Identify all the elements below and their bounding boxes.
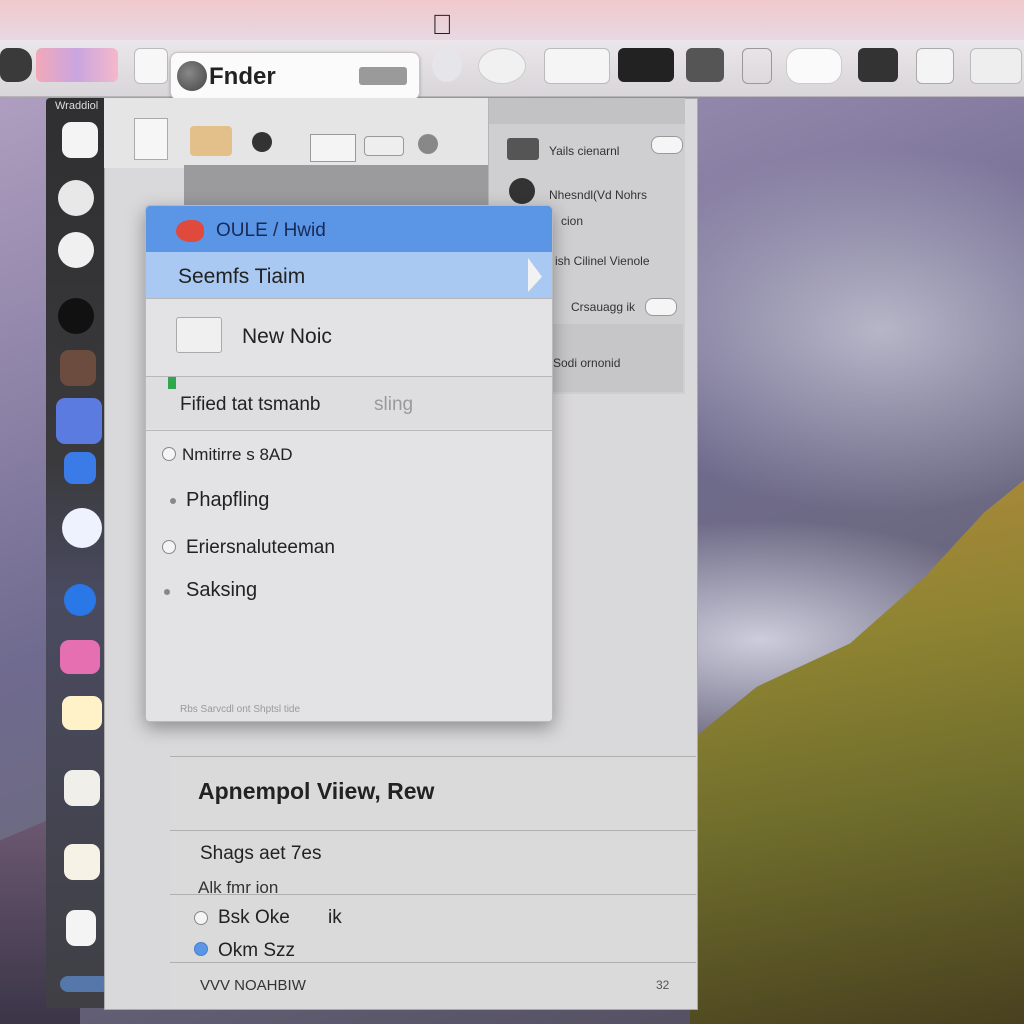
separator	[170, 894, 696, 895]
menu-footer-text: Rbs Sarvcdl ont Shptsl tide	[180, 704, 301, 715]
menu-option[interactable]: Phapfling	[146, 482, 552, 518]
dock-app-icon[interactable]	[64, 584, 96, 616]
chat-icon[interactable]	[432, 48, 462, 82]
menu-option-label: Phapfling	[186, 489, 270, 511]
menu-item-label: New Noic	[242, 325, 332, 348]
keyboard-icon[interactable]	[618, 48, 674, 82]
apple-icon[interactable]: 	[428, 10, 456, 40]
panel-toggle[interactable]	[651, 136, 683, 154]
finder-toolbar	[104, 98, 490, 168]
share-icon[interactable]	[970, 48, 1022, 84]
section-label: Shags aet 7es	[200, 843, 322, 864]
menu-item-highlighted[interactable]: Seemfs Tiaim	[146, 252, 552, 298]
edit-icon[interactable]	[134, 48, 168, 84]
folder-icon	[176, 317, 222, 353]
radio-label: Bsk Oke	[218, 907, 290, 928]
app-icon[interactable]	[0, 48, 32, 82]
menu-option[interactable]: Eriersnaluteeman	[146, 530, 552, 566]
panel-row-label: Yails cienarnl	[549, 144, 620, 158]
panel-footer-label: VVV NOAHBIW	[200, 977, 306, 994]
radio-button	[162, 447, 176, 461]
file-preview-strip	[184, 165, 490, 207]
view-icon[interactable]	[310, 134, 356, 162]
menu-item-label: Seemfs Tiaim	[178, 265, 306, 288]
avatar	[177, 61, 207, 91]
view-options-title: Apnempol Viiew, Rew	[198, 778, 435, 804]
colorful-app-icon[interactable]	[36, 48, 118, 82]
panel-footer-value: 32	[656, 978, 670, 992]
dock-app-icon[interactable]	[64, 844, 100, 880]
folder-icon	[507, 138, 539, 160]
menu-bar	[0, 0, 1024, 40]
menu-item-new[interactable]: New Noic	[146, 299, 552, 375]
dock-title: Wraddiol	[55, 100, 99, 112]
bell-icon[interactable]	[742, 48, 772, 84]
notes-icon[interactable]	[786, 48, 842, 84]
panel-row-label: ish Cilinel Vienole	[555, 254, 650, 268]
menu-item-header[interactable]: OULE / Hwid	[146, 206, 552, 252]
panel-row-label: cion	[561, 214, 584, 228]
shortcut-chip	[359, 67, 407, 85]
dock-app-icon[interactable]	[66, 910, 96, 946]
smile-icon[interactable]	[478, 48, 526, 84]
separator	[170, 830, 696, 831]
radio-button-selected[interactable]	[194, 942, 208, 956]
printer-icon[interactable]	[916, 48, 954, 84]
toggle-icon[interactable]	[60, 976, 110, 992]
camera-icon[interactable]	[58, 298, 94, 334]
dock-app-icon[interactable]	[62, 122, 98, 158]
dock-app-icon[interactable]	[62, 696, 102, 730]
menu-option[interactable]: Nmitirre s 8AD	[146, 436, 552, 472]
context-menu: OULE / Hwid Seemfs Tiaim New Noic Fified…	[145, 205, 553, 722]
dock-app-icon[interactable]	[62, 508, 102, 548]
separator	[170, 756, 696, 757]
gamepad-icon[interactable]	[858, 48, 898, 82]
flag-icon	[168, 377, 176, 389]
menu-item-pinned[interactable]: Fified tat tsmanb sling	[146, 377, 552, 429]
menu-item-label: OULE / Hwid	[216, 220, 326, 241]
camera-icon	[509, 178, 535, 204]
panel-toggle[interactable]	[645, 298, 677, 316]
menu-item-label: Fified tat tsmanb	[180, 394, 321, 415]
dock-app-icon[interactable]	[64, 770, 100, 806]
search-field-text: Fnder	[209, 63, 276, 90]
panel-row-label: Sodi ornonid	[553, 356, 621, 370]
menu-option-label: Nmitirre s 8AD	[182, 445, 293, 464]
panel-header	[489, 98, 685, 124]
dock-app-icon[interactable]	[56, 398, 102, 444]
red-tag-icon	[176, 220, 204, 242]
toggle-icon[interactable]	[364, 136, 404, 156]
bullet-icon	[164, 589, 170, 595]
chevron-right-icon	[528, 258, 542, 292]
bullet-icon	[170, 498, 176, 504]
menu-option-label: Eriersnaluteeman	[186, 537, 335, 558]
folder-icon[interactable]	[190, 126, 232, 156]
doc-icon[interactable]	[134, 118, 168, 160]
search-bar[interactable]: Fnder	[170, 52, 420, 100]
menu-item-suffix: sling	[374, 394, 414, 415]
menu-option[interactable]: Saksing	[146, 572, 552, 608]
dock-app-icon[interactable]	[58, 232, 94, 268]
dock-app-icon[interactable]	[60, 640, 100, 674]
menu-separator	[146, 430, 552, 431]
panel-row-label: Nhesndl(Vd Nohrs	[549, 188, 648, 202]
monitor-icon[interactable]	[544, 48, 610, 84]
dock-app-icon[interactable]	[58, 180, 94, 216]
radio-button[interactable]	[194, 911, 208, 925]
menu-option-label: Saksing	[186, 579, 258, 601]
bag-icon[interactable]	[60, 350, 96, 386]
record-icon[interactable]	[252, 132, 272, 152]
separator	[170, 962, 696, 963]
camera-icon[interactable]	[686, 48, 724, 82]
radio-label-suffix: ik	[328, 907, 342, 928]
panel-row-label: Crsauagg ik	[571, 300, 636, 314]
radio-button	[162, 540, 176, 554]
subsection-label: Alk fmr ion	[198, 878, 279, 897]
dock-app-icon[interactable]	[64, 452, 96, 484]
gear-icon[interactable]	[418, 134, 438, 154]
radio-label: Okm Szz	[218, 940, 296, 961]
toolbar	[0, 40, 1024, 97]
